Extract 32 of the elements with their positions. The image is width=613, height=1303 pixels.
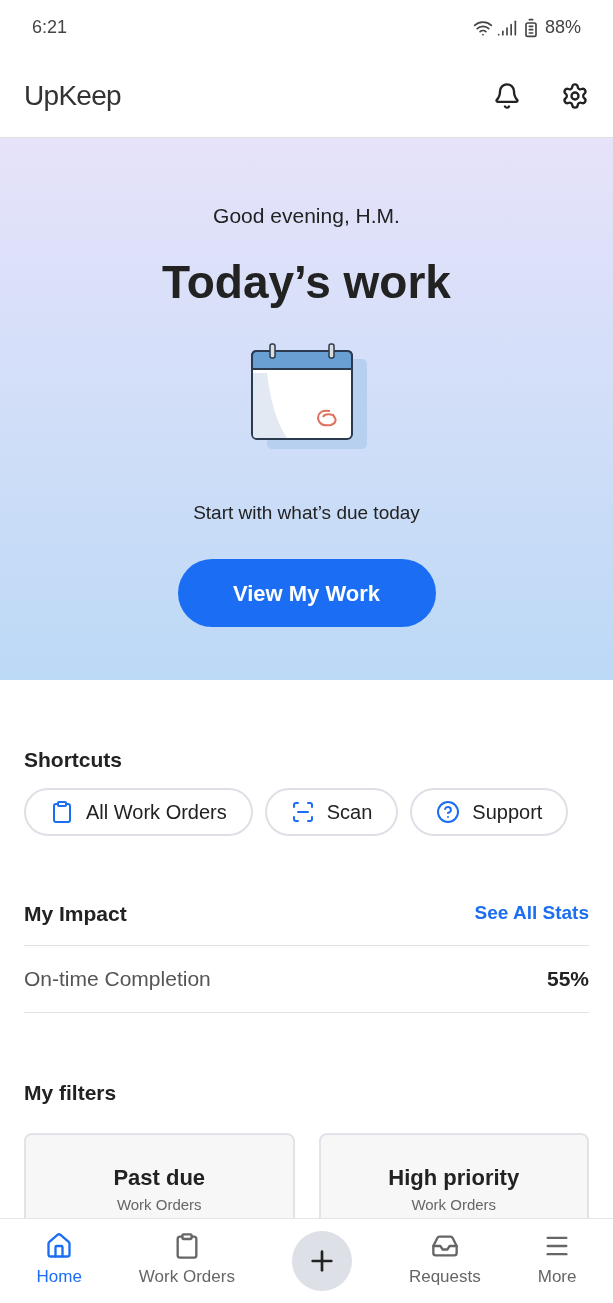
greeting: Good evening, H.M.	[213, 203, 400, 229]
filter-title: High priority	[388, 1163, 520, 1192]
scan-icon	[290, 799, 315, 824]
see-all-stats-link[interactable]: See All Stats	[474, 899, 589, 928]
hero-subtitle: Start with what’s due today	[193, 500, 420, 525]
app-logo: UpKeep	[24, 79, 121, 113]
filter-card[interactable]: High priority Work Orders	[318, 1132, 589, 1218]
nav-tab[interactable]: Home	[36, 1232, 82, 1290]
clipboard-icon	[50, 799, 74, 824]
stat-label: On-time Completion	[24, 966, 211, 993]
stat-value: 55%	[546, 966, 589, 993]
filter-title: Past due	[113, 1163, 206, 1192]
section-title: My filters	[24, 1080, 118, 1106]
section-title: My Impact	[24, 900, 127, 927]
settings-icon[interactable]	[561, 82, 589, 110]
help-icon	[436, 799, 461, 824]
nav-tab[interactable]: Requests	[408, 1232, 481, 1290]
nav-tab[interactable]: More	[537, 1232, 577, 1290]
filter-card[interactable]: Past due Work Orders	[24, 1132, 295, 1218]
hero-title: Today’s work	[162, 254, 451, 310]
battery-percent: 88%	[544, 16, 581, 39]
shortcut-chip[interactable]: All Work Orders	[24, 787, 253, 836]
section-title: Shortcuts	[24, 747, 123, 773]
shortcut-chip[interactable]: Scan	[264, 787, 399, 836]
filter-subtitle: Work Orders	[411, 1194, 497, 1215]
shortcut-chip[interactable]: Support	[410, 787, 569, 836]
notifications-icon[interactable]	[493, 82, 521, 110]
home-icon	[45, 1232, 74, 1261]
status-time: 6:21	[32, 16, 68, 39]
filter-subtitle: Work Orders	[116, 1194, 202, 1215]
nav-tab[interactable]: Work Orders	[138, 1232, 235, 1290]
view-my-work-button[interactable]: View My Work	[177, 559, 436, 627]
